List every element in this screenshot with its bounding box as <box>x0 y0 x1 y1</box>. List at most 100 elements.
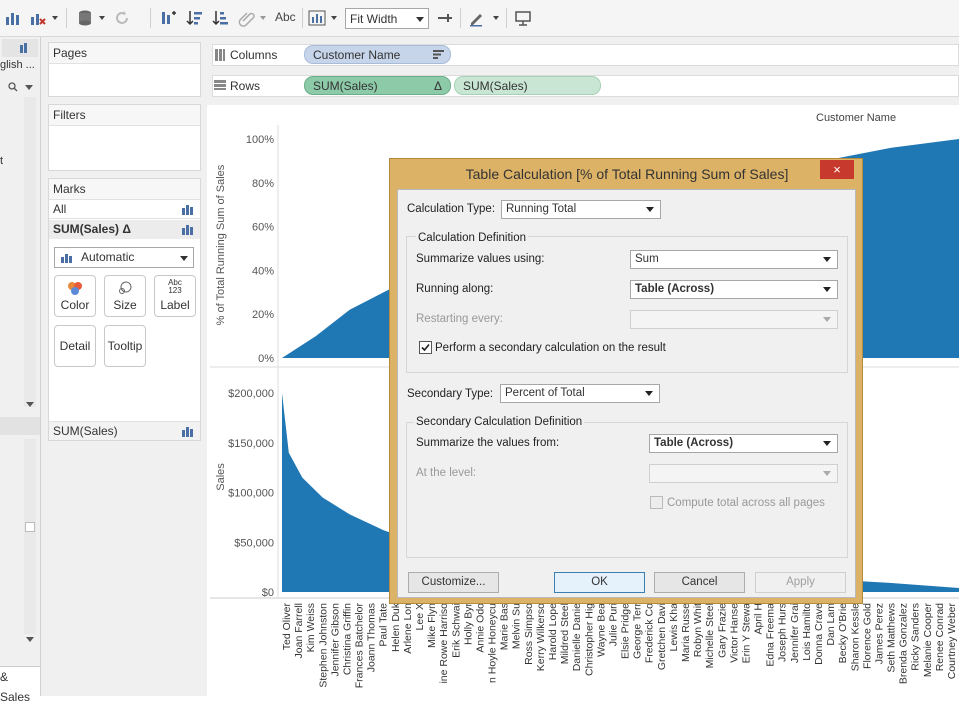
x-axis-label: Helen Duk <box>390 602 402 652</box>
scrollbar[interactable] <box>24 439 36 634</box>
secondary-calc-checkbox[interactable] <box>419 341 432 354</box>
x-axis-label: Joan Farrell <box>293 603 305 658</box>
x-axis-label: ine Rowe Harriso <box>438 603 450 684</box>
filters-card[interactable]: Filters <box>48 104 201 171</box>
marks-sum-sales-row[interactable]: SUM(Sales) Δ <box>49 220 200 239</box>
x-axis-label: Stephen Johnston <box>317 603 329 688</box>
tooltip-button[interactable]: Tooltip <box>104 325 146 367</box>
calc-type-label: Calculation Type: <box>407 203 496 215</box>
label-abc-icon: Abc 123 <box>168 278 182 295</box>
calc-definition-label: Calculation Definition <box>416 232 529 244</box>
search-icon[interactable] <box>8 82 18 92</box>
x-axis-label: Annie Odo <box>474 603 486 653</box>
running-along-value: Table (Across) <box>635 283 715 295</box>
mark-type-select[interactable]: Automatic <box>54 247 194 268</box>
bar-chart-icon <box>61 254 72 263</box>
toolbar-separator <box>150 8 151 28</box>
top-axis-title: % of Total Running Sum of Sales <box>215 164 227 325</box>
presentation-mode-icon[interactable] <box>514 9 532 27</box>
delta-icon: Δ <box>433 79 442 93</box>
group-attach-icon[interactable] <box>238 9 256 27</box>
summarize-select[interactable]: Sum <box>630 250 838 269</box>
scroll-down-icon[interactable] <box>26 402 34 407</box>
x-axis-label: Robyn Whit <box>692 603 704 657</box>
highlight-dropdown-icon[interactable] <box>493 16 499 20</box>
scroll-thumb[interactable] <box>25 522 35 532</box>
sort-descending-icon[interactable] <box>212 9 230 27</box>
running-along-select[interactable]: Table (Across) <box>630 280 838 299</box>
datasource-icon[interactable] <box>76 9 94 27</box>
x-axis-label: Frederick Co <box>644 603 656 663</box>
summarize-from-select[interactable]: Table (Across) <box>649 434 838 453</box>
top-axis-tick-label: 0% <box>258 353 274 365</box>
summarize-from-value: Table (Across) <box>654 437 734 449</box>
ok-button[interactable]: OK <box>554 572 645 593</box>
clear-dropdown-icon[interactable] <box>52 16 58 20</box>
fix-axes-pin-icon[interactable] <box>436 9 454 27</box>
scroll-down-icon[interactable] <box>26 637 34 642</box>
rows-label: Rows <box>230 79 261 93</box>
compute-total-checkbox <box>650 496 663 509</box>
x-axis-label: Brenda Gonzalez <box>898 603 910 684</box>
x-axis-label: Ted Oliver <box>281 602 293 650</box>
chevron-down-icon <box>823 287 831 292</box>
pages-card[interactable]: Pages <box>48 42 201 97</box>
cancel-button[interactable]: Cancel <box>654 572 745 593</box>
close-button[interactable]: × <box>820 160 854 179</box>
refresh-icon[interactable] <box>113 9 131 27</box>
x-axis-label: Christina Griffin <box>341 603 353 675</box>
toolbar-separator <box>302 8 303 28</box>
summarize-label: Summarize values using: <box>416 253 545 265</box>
fit-select[interactable]: Fit Width <box>345 8 429 29</box>
show-me-chart-icon[interactable] <box>4 9 22 27</box>
group-dropdown-icon[interactable] <box>260 16 266 20</box>
presentation-chart-icon[interactable] <box>308 9 326 27</box>
presentation-dropdown-icon[interactable] <box>331 16 337 20</box>
bar-chart-icon <box>182 205 193 215</box>
scrollbar[interactable] <box>24 97 36 407</box>
size-button[interactable]: Size <box>104 275 146 317</box>
pages-title: Pages <box>49 43 200 64</box>
bottom-axis-tick-label: $100,000 <box>228 488 274 500</box>
calc-type-select[interactable]: Running Total <box>501 200 661 219</box>
x-axis-label: Elsie Pridge <box>620 603 632 659</box>
chevron-down-icon[interactable] <box>25 85 33 90</box>
marks-sum-sales-label: SUM(Sales) Δ <box>53 222 131 236</box>
bar-chart-icon <box>182 427 193 437</box>
label-button[interactable]: Abc 123 Label <box>154 275 196 317</box>
x-axis-label: Donna Crave <box>813 603 825 665</box>
chevron-down-icon <box>180 256 188 261</box>
sort-icon <box>433 50 444 59</box>
customize-button[interactable]: Customize... <box>408 572 499 593</box>
toolbar-separator <box>66 8 67 28</box>
summarize-value: Sum <box>635 253 659 265</box>
x-axis-label: Lewis Kha <box>668 603 680 652</box>
x-axis-label: Courtney Weber <box>946 603 958 680</box>
detail-button[interactable]: Detail <box>54 325 96 367</box>
sheet-tab[interactable]: & Sales <box>0 666 40 704</box>
rows-pill-sum-sales[interactable]: SUM(Sales) <box>454 76 601 95</box>
x-axis-label: Kerry Wilkerso <box>535 603 547 671</box>
clear-sheet-icon[interactable] <box>29 9 47 27</box>
x-axis-label: Arlene Lon <box>402 603 414 654</box>
sort-ascending-icon[interactable] <box>186 9 204 27</box>
marks-all-row[interactable]: All <box>49 200 200 219</box>
rows-pill-sum-sales-calc[interactable]: SUM(Sales) Δ <box>304 76 451 95</box>
show-labels-button[interactable]: Abc <box>275 10 296 24</box>
columns-pill-customer-name[interactable]: Customer Name <box>304 45 451 64</box>
x-axis-label: Michelle Steel <box>704 603 716 668</box>
secondary-type-select[interactable]: Percent of Total <box>500 384 660 403</box>
chevron-down-icon <box>645 391 653 396</box>
marks-sum-sales-bottom-row[interactable]: SUM(Sales) <box>49 421 200 440</box>
x-axis-label: Melanie Cooper <box>922 603 934 678</box>
swap-icon[interactable] <box>160 9 178 27</box>
x-axis-label: James Perez <box>873 603 885 664</box>
highlight-pen-icon[interactable] <box>468 9 486 27</box>
top-axis-tick-label: 100% <box>246 134 274 146</box>
x-axis-label: Erik Schwai <box>450 603 462 658</box>
chevron-down-icon <box>416 17 424 22</box>
color-button[interactable]: Color <box>54 275 96 317</box>
at-level-label: At the level: <box>416 467 477 479</box>
datasource-dropdown-icon[interactable] <box>99 16 105 20</box>
mark-type-value: Automatic <box>81 250 135 264</box>
